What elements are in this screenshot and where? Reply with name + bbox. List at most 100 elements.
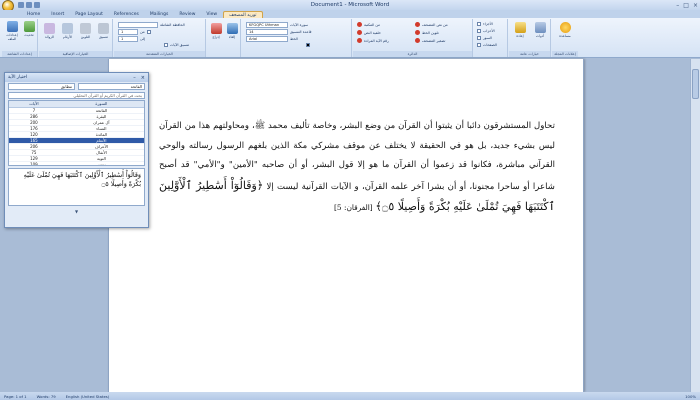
- broom-icon: [514, 22, 526, 33]
- vertical-scrollbar[interactable]: [690, 59, 700, 392]
- tools-button[interactable]: أدوات: [531, 22, 549, 38]
- bg-text-icon: [357, 30, 362, 35]
- zoom-level[interactable]: 100%: [685, 394, 696, 399]
- text-color-swatch[interactable]: [306, 43, 310, 47]
- pages-checkbox[interactable]: [477, 43, 481, 47]
- group-insert: إدراج إلغاء: [207, 19, 241, 57]
- group-magazine-ads: مساعدة إعلانات المجلة: [552, 19, 578, 57]
- tab-home[interactable]: Home: [22, 11, 45, 18]
- status-bar: Page: 1 of 1 Words: 79 English (United S…: [0, 392, 700, 400]
- text-background-button[interactable]: خلفية النص: [364, 31, 381, 35]
- document-page[interactable]: تحاول المستشرقون دائبا أن يثبتوا أن القر…: [108, 59, 584, 392]
- size-combo[interactable]: 14: [246, 29, 288, 35]
- tab-quran-addin[interactable]: توريد المصحف: [223, 11, 263, 18]
- tab-view[interactable]: View: [201, 11, 222, 18]
- group-general-options: إعادة أدوات خيارات عامة: [509, 19, 551, 57]
- title-bar: Document1 - Microsoft Word – □ ×: [0, 0, 700, 12]
- extras-icon: [44, 23, 55, 34]
- window-controls: – □ ×: [676, 0, 698, 10]
- color-font-icon: [415, 30, 420, 35]
- verse-reference: [الفرقان: 5]: [334, 203, 373, 212]
- library-icon: [357, 22, 362, 27]
- tab-references[interactable]: References: [109, 11, 144, 18]
- refresh-icon: [23, 21, 35, 32]
- cancel-icon: [226, 23, 238, 34]
- tab-page-layout[interactable]: Page Layout: [70, 11, 108, 18]
- panel-minimize-button[interactable]: –: [133, 75, 136, 81]
- page-count[interactable]: Page: 1 of 1: [4, 394, 27, 399]
- close-button[interactable]: ×: [693, 2, 698, 9]
- ayah-number-button[interactable]: رقم الآية المرادة: [364, 39, 389, 43]
- search-input[interactable]: بحث في القرآن الكريم أو القرآن التحليلي: [8, 92, 145, 99]
- group-options: KFGQPC Uthman سورة الآيات 14 قاعدة التنس…: [242, 19, 352, 57]
- tools-icon: [534, 22, 546, 33]
- surah-table: السورة الآيات الفاتحة 7 البقرة 286 آل عمران 2…: [8, 100, 145, 166]
- window-title: Document1 - Microsoft Word: [310, 2, 390, 8]
- surah-name-cell: يونس: [58, 161, 144, 165]
- numbers-button[interactable]: الأرقام: [59, 23, 76, 39]
- insert-icon: [210, 23, 222, 34]
- from-library-button[interactable]: من المكتبة: [364, 23, 380, 27]
- tab-insert[interactable]: Insert: [46, 11, 69, 18]
- extras-button[interactable]: الزوائد: [41, 23, 58, 39]
- range-combo[interactable]: [118, 22, 158, 28]
- group-advanced-options: الحافظة الشاملة 1 من 1 إلى تنسيق الآيات …: [114, 19, 206, 57]
- juz-checkbox[interactable]: [477, 22, 481, 26]
- font-name-combo[interactable]: Arial: [246, 36, 288, 42]
- insert-button[interactable]: إدراج: [208, 23, 224, 39]
- coloring-icon: [80, 23, 91, 34]
- scrollbar-thumb[interactable]: [692, 69, 699, 99]
- table-row[interactable]: يونس 109: [9, 161, 144, 165]
- refresh-button[interactable]: تحديث: [21, 21, 37, 37]
- redo-icon[interactable]: [34, 2, 40, 8]
- save-icon[interactable]: [18, 2, 24, 8]
- group-checks: الأجزاء الأحزاب السور الصفحات: [474, 19, 508, 57]
- panel-title: اختيار الآية: [8, 75, 28, 80]
- numbers-icon: [62, 23, 73, 34]
- format-ayat-checkbox[interactable]: [164, 43, 168, 47]
- from-checkbox[interactable]: [146, 30, 151, 34]
- language-indicator[interactable]: English (United States): [66, 394, 110, 399]
- to-combo[interactable]: 1: [118, 36, 138, 42]
- group-extra-options: الزوائد الأرقام التلوين تنسيق الخيارات ا…: [39, 19, 113, 57]
- file-settings-button[interactable]: إعدادات الملف: [4, 21, 20, 41]
- minimize-button[interactable]: –: [676, 2, 679, 9]
- ribbon-tabs: Home Insert Page Layout References Maili…: [0, 10, 700, 18]
- shrink-icon: [415, 38, 420, 43]
- tab-review[interactable]: Review: [174, 11, 200, 18]
- tab-mailings[interactable]: Mailings: [145, 11, 173, 18]
- ayah-number-icon: [357, 38, 362, 43]
- maximize-button[interactable]: □: [683, 2, 689, 9]
- match-combo[interactable]: مطابق: [8, 83, 75, 90]
- ayah-selector-panel: اختيار الآية – × الفاتحة مطابق بحث في ال…: [4, 72, 149, 228]
- ribbon: إعدادات الملف تحديث إعدادات الشاشة الزوا…: [0, 18, 700, 58]
- font-coloring-button[interactable]: تلوين الخط: [422, 31, 439, 35]
- surah-checkbox[interactable]: [477, 36, 481, 40]
- panel-resize-handle[interactable]: ▼: [8, 208, 145, 214]
- from-combo[interactable]: 1: [118, 29, 138, 35]
- help-icon: [559, 22, 571, 33]
- quran-text-icon: [415, 22, 420, 27]
- cancel-button[interactable]: إلغاء: [224, 23, 240, 39]
- from-quran-text-button[interactable]: من نص المصحف: [422, 23, 448, 27]
- settings-icon: [6, 21, 18, 32]
- hizb-checkbox[interactable]: [477, 29, 481, 33]
- document-body[interactable]: تحاول المستشرقون دائبا أن يثبتوا أن القر…: [159, 117, 555, 219]
- format-button[interactable]: تنسيق: [95, 23, 112, 39]
- coloring-button[interactable]: التلوين: [77, 23, 94, 39]
- undo-icon[interactable]: [26, 2, 32, 8]
- panel-title-bar[interactable]: اختيار الآية – ×: [5, 73, 148, 82]
- format-icon: [98, 23, 109, 34]
- surah-combo[interactable]: الفاتحة: [78, 83, 145, 90]
- verse-preview: وَقَالُوٓاْ أَسَٰطِيرُ ٱلْأَوَّلِينَ ٱكْ…: [8, 168, 145, 206]
- panel-close-button[interactable]: ×: [141, 75, 145, 81]
- quick-access-toolbar: [18, 2, 40, 8]
- ayat-count-cell: 109: [9, 161, 59, 165]
- group-screen-settings: إعدادات الملف تحديث إعدادات الشاشة: [2, 19, 38, 57]
- font-combo[interactable]: KFGQPC Uthman: [246, 22, 288, 28]
- word-count[interactable]: Words: 79: [37, 394, 56, 399]
- help-button[interactable]: مساعدة: [556, 22, 574, 38]
- shrink-mushaf-button[interactable]: تصغير المصحف: [422, 39, 445, 43]
- group-circle: من المكتبة من نص المصحف خلفية النص تلوين…: [353, 19, 473, 57]
- reset-button[interactable]: إعادة: [511, 22, 529, 38]
